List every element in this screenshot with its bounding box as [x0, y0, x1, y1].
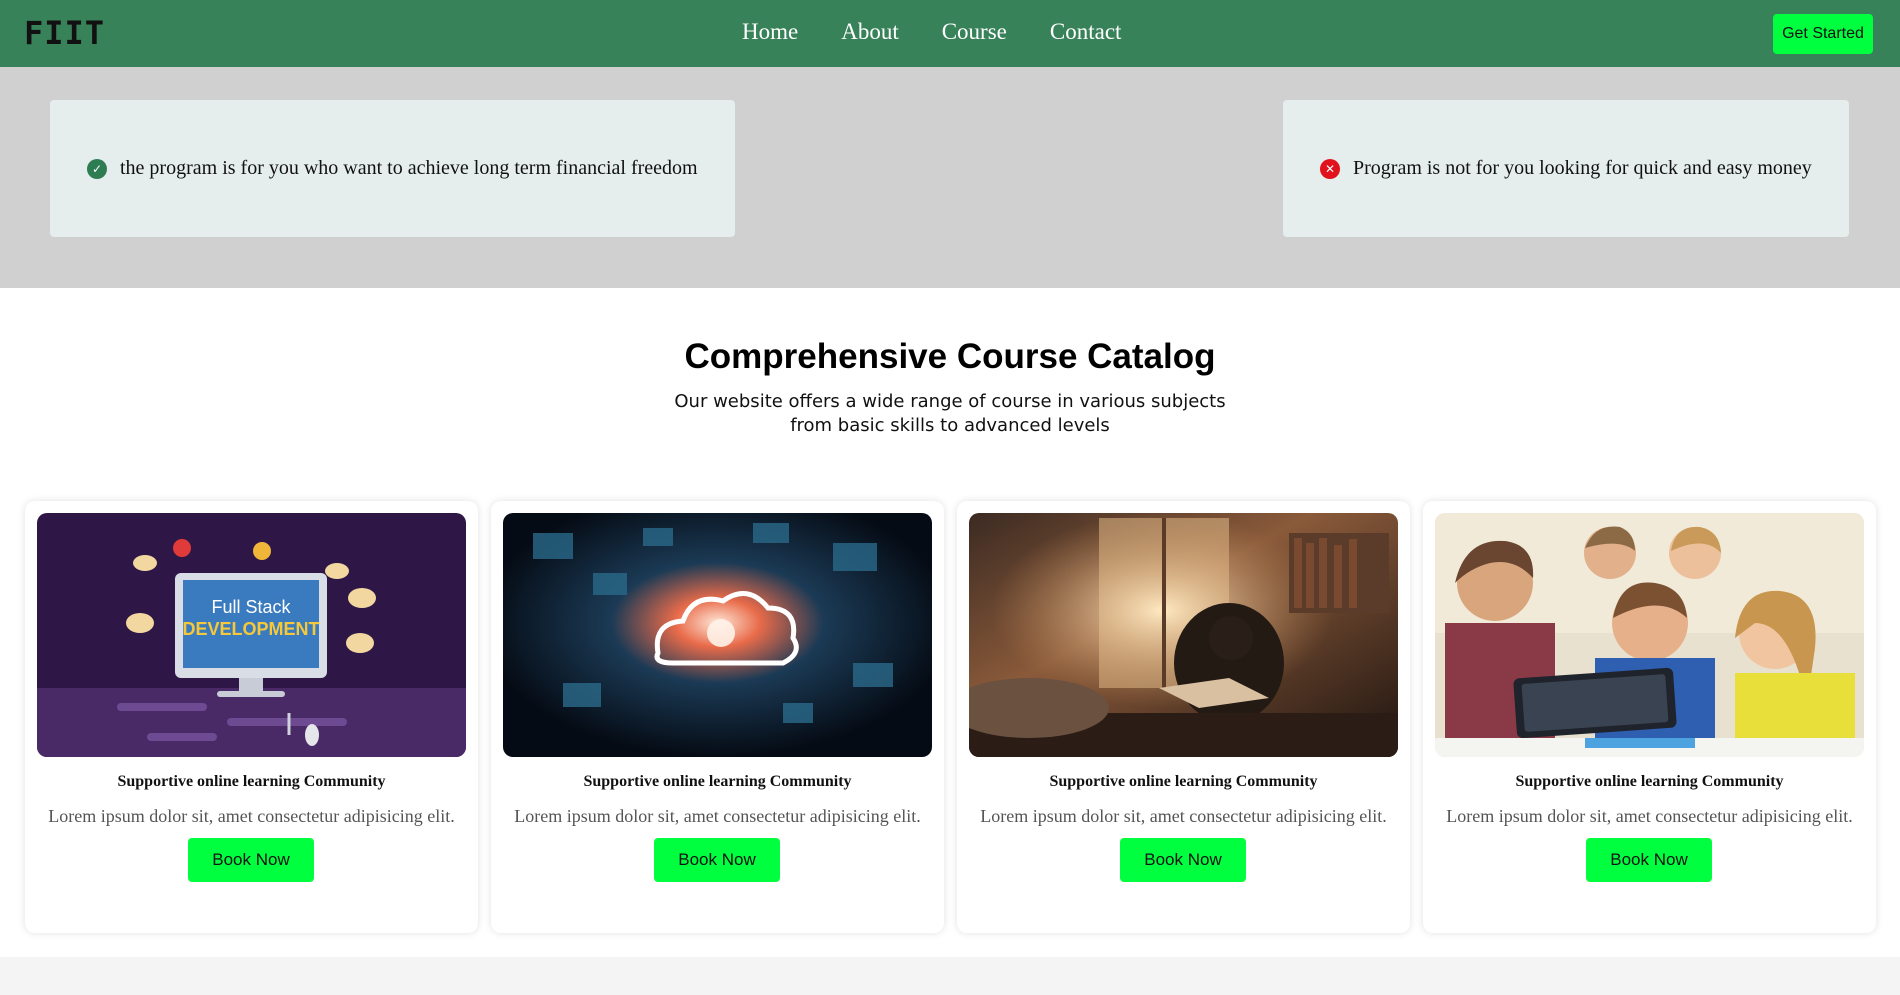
- nav-link-contact[interactable]: Contact: [1050, 19, 1122, 45]
- site-logo[interactable]: FIIT: [24, 14, 105, 52]
- svg-text:Full Stack: Full Stack: [211, 597, 291, 617]
- course-heading: Supportive online learning Community: [1049, 773, 1318, 790]
- course-card: Supportive online learning Community Lor…: [491, 501, 944, 933]
- course-image-cloud: [503, 513, 932, 757]
- catalog-subtitle-line-2: from basic skills to advanced levels: [790, 415, 1110, 436]
- nav-link-course[interactable]: Course: [942, 19, 1007, 45]
- catalog-subtitle-line-1: Our website offers a wide range of cours…: [674, 391, 1226, 412]
- book-now-button[interactable]: Book Now: [1586, 838, 1712, 882]
- nav-link-about[interactable]: About: [841, 19, 899, 45]
- x-circle-icon: ✕: [1320, 158, 1340, 179]
- course-description: Lorem ipsum dolor sit, amet consectetur …: [514, 806, 921, 826]
- catalog-subtitle: Our website offers a wide range of cours…: [0, 390, 1900, 438]
- course-catalog-section: Comprehensive Course Catalog Our website…: [0, 288, 1900, 957]
- svg-text:DEVELOPMENT: DEVELOPMENT: [182, 619, 319, 639]
- course-image-reading: [969, 513, 1398, 757]
- book-now-button[interactable]: Book Now: [654, 838, 780, 882]
- course-description: Lorem ipsum dolor sit, amet consectetur …: [1446, 806, 1853, 826]
- course-image-kids-tablet: [1435, 513, 1864, 757]
- for-you-text: the program is for you who want to achie…: [120, 157, 698, 179]
- course-image-full-stack: Full Stack DEVELOPMENT: [37, 513, 466, 757]
- course-heading: Supportive online learning Community: [117, 773, 386, 790]
- get-started-button[interactable]: Get Started: [1773, 14, 1873, 54]
- audience-section: ✓ the program is for you who want to ach…: [0, 67, 1900, 288]
- course-card: Full Stack DEVELOPMENT Supportive online…: [25, 501, 478, 933]
- check-circle-icon: ✓: [87, 158, 107, 179]
- nav-link-home[interactable]: Home: [742, 19, 798, 45]
- footer-band: [0, 957, 1900, 995]
- course-description: Lorem ipsum dolor sit, amet consectetur …: [48, 806, 455, 826]
- main-nav: Home About Course Contact: [742, 19, 1164, 45]
- course-description: Lorem ipsum dolor sit, amet consectetur …: [980, 806, 1387, 826]
- book-now-button[interactable]: Book Now: [1120, 838, 1246, 882]
- book-now-button[interactable]: Book Now: [188, 838, 314, 882]
- catalog-title: Comprehensive Course Catalog: [684, 337, 1216, 376]
- not-for-you-card: ✕ Program is not for you looking for qui…: [1283, 100, 1849, 237]
- course-heading: Supportive online learning Community: [1515, 773, 1784, 790]
- course-card: Supportive online learning Community Lor…: [957, 501, 1410, 933]
- course-cards: Full Stack DEVELOPMENT Supportive online…: [25, 501, 1876, 933]
- navbar: FIIT Home About Course Contact Get Start…: [0, 0, 1900, 67]
- not-for-you-text: Program is not for you looking for quick…: [1353, 157, 1812, 179]
- for-you-card: ✓ the program is for you who want to ach…: [50, 100, 735, 237]
- course-heading: Supportive online learning Community: [583, 773, 852, 790]
- course-card: Supportive online learning Community Lor…: [1423, 501, 1876, 933]
